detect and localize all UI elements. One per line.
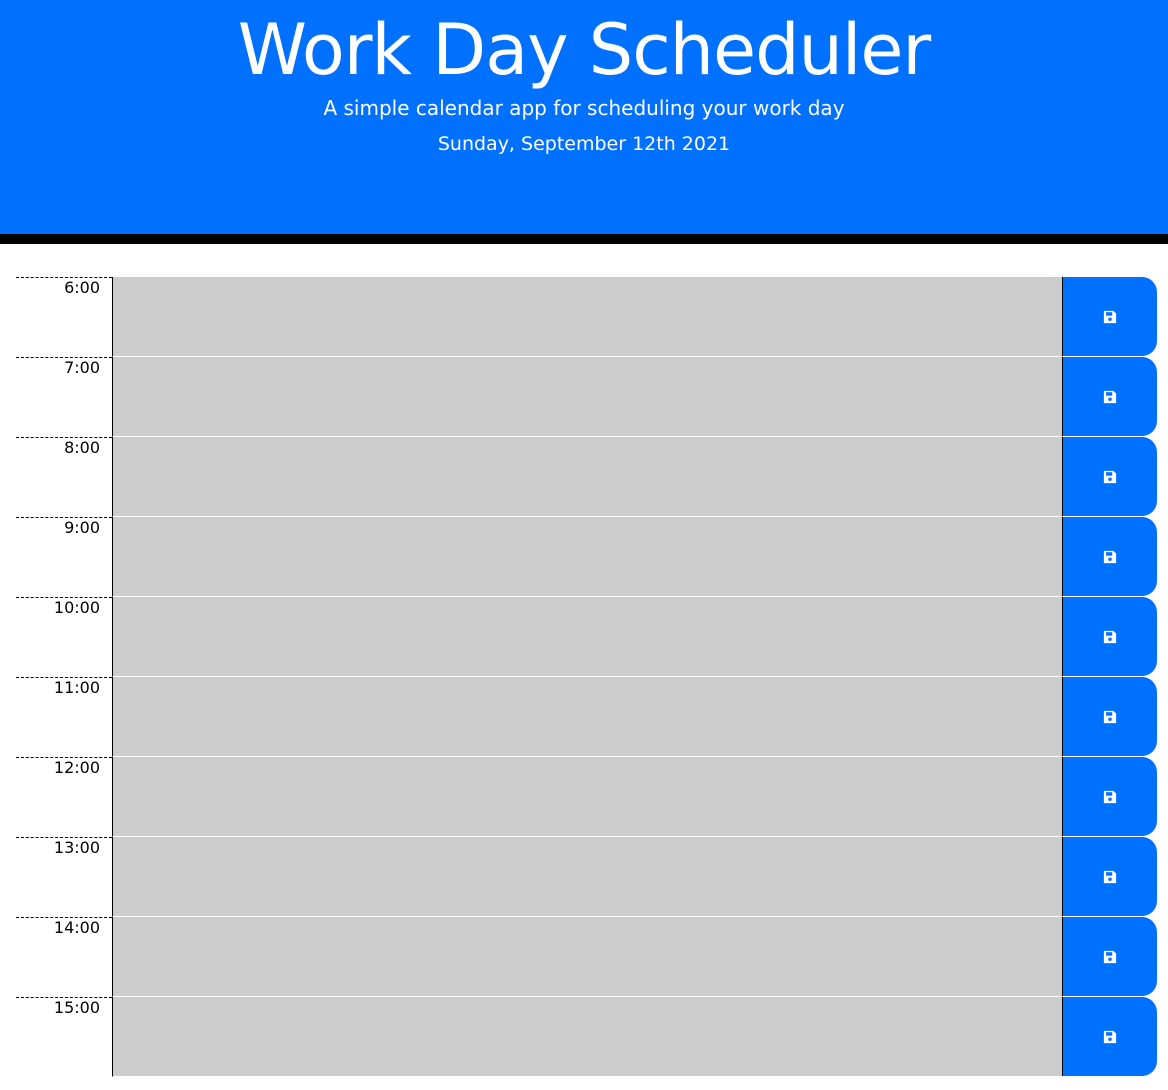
page-header: Work Day Scheduler A simple calendar app… (0, 0, 1168, 244)
save-icon (1103, 470, 1117, 483)
save-button[interactable] (1062, 677, 1157, 756)
hour-label: 12:00 (16, 757, 112, 837)
save-button[interactable] (1062, 997, 1157, 1076)
event-description-input[interactable] (112, 837, 1062, 917)
hour-label: 11:00 (16, 677, 112, 757)
event-description-input[interactable] (112, 357, 1062, 437)
hour-label: 14:00 (16, 917, 112, 997)
save-icon (1103, 950, 1117, 963)
event-description-input[interactable] (112, 517, 1062, 597)
time-block-row: 13:00 (16, 837, 1157, 917)
save-icon (1103, 1030, 1117, 1043)
time-block-row: 7:00 (16, 357, 1157, 437)
event-description-input[interactable] (112, 757, 1062, 837)
save-icon (1103, 390, 1117, 403)
save-icon (1103, 710, 1117, 723)
save-button[interactable] (1062, 597, 1157, 676)
hour-label: 9:00 (16, 517, 112, 597)
save-button[interactable] (1062, 757, 1157, 836)
time-block-row: 12:00 (16, 757, 1157, 837)
hour-label: 13:00 (16, 837, 112, 917)
current-date: Sunday, September 12th 2021 (437, 133, 731, 155)
hour-label: 8:00 (16, 437, 112, 517)
time-block-row: 14:00 (16, 917, 1157, 997)
page-subtitle: A simple calendar app for scheduling you… (323, 96, 845, 120)
event-description-input[interactable] (112, 437, 1062, 517)
time-block-row: 8:00 (16, 437, 1157, 517)
hour-label: 6:00 (16, 277, 112, 357)
save-icon (1103, 790, 1117, 803)
save-button[interactable] (1062, 277, 1157, 356)
save-button[interactable] (1062, 517, 1157, 596)
event-description-input[interactable] (112, 917, 1062, 997)
time-block-row: 10:00 (16, 597, 1157, 677)
save-button[interactable] (1062, 357, 1157, 436)
save-icon (1103, 630, 1117, 643)
time-block-row: 15:00 (16, 997, 1157, 1077)
hour-label: 10:00 (16, 597, 112, 677)
event-description-input[interactable] (112, 597, 1062, 677)
page-title: Work Day Scheduler (237, 9, 931, 91)
hour-label: 7:00 (16, 357, 112, 437)
time-block-row: 6:00 (16, 277, 1157, 357)
save-icon (1103, 870, 1117, 883)
hour-label: 15:00 (16, 997, 112, 1077)
save-button[interactable] (1062, 437, 1157, 516)
event-description-input[interactable] (112, 677, 1062, 757)
save-icon (1103, 310, 1117, 323)
save-button[interactable] (1062, 917, 1157, 996)
save-button[interactable] (1062, 837, 1157, 916)
time-block-row: 11:00 (16, 677, 1157, 757)
event-description-input[interactable] (112, 997, 1062, 1077)
time-block-row: 9:00 (16, 517, 1157, 597)
schedule-container: 6:00 7:00 8:00 9:00 10:00 11:00 12:00 13… (16, 277, 1157, 1077)
save-icon (1103, 550, 1117, 563)
event-description-input[interactable] (112, 277, 1062, 357)
